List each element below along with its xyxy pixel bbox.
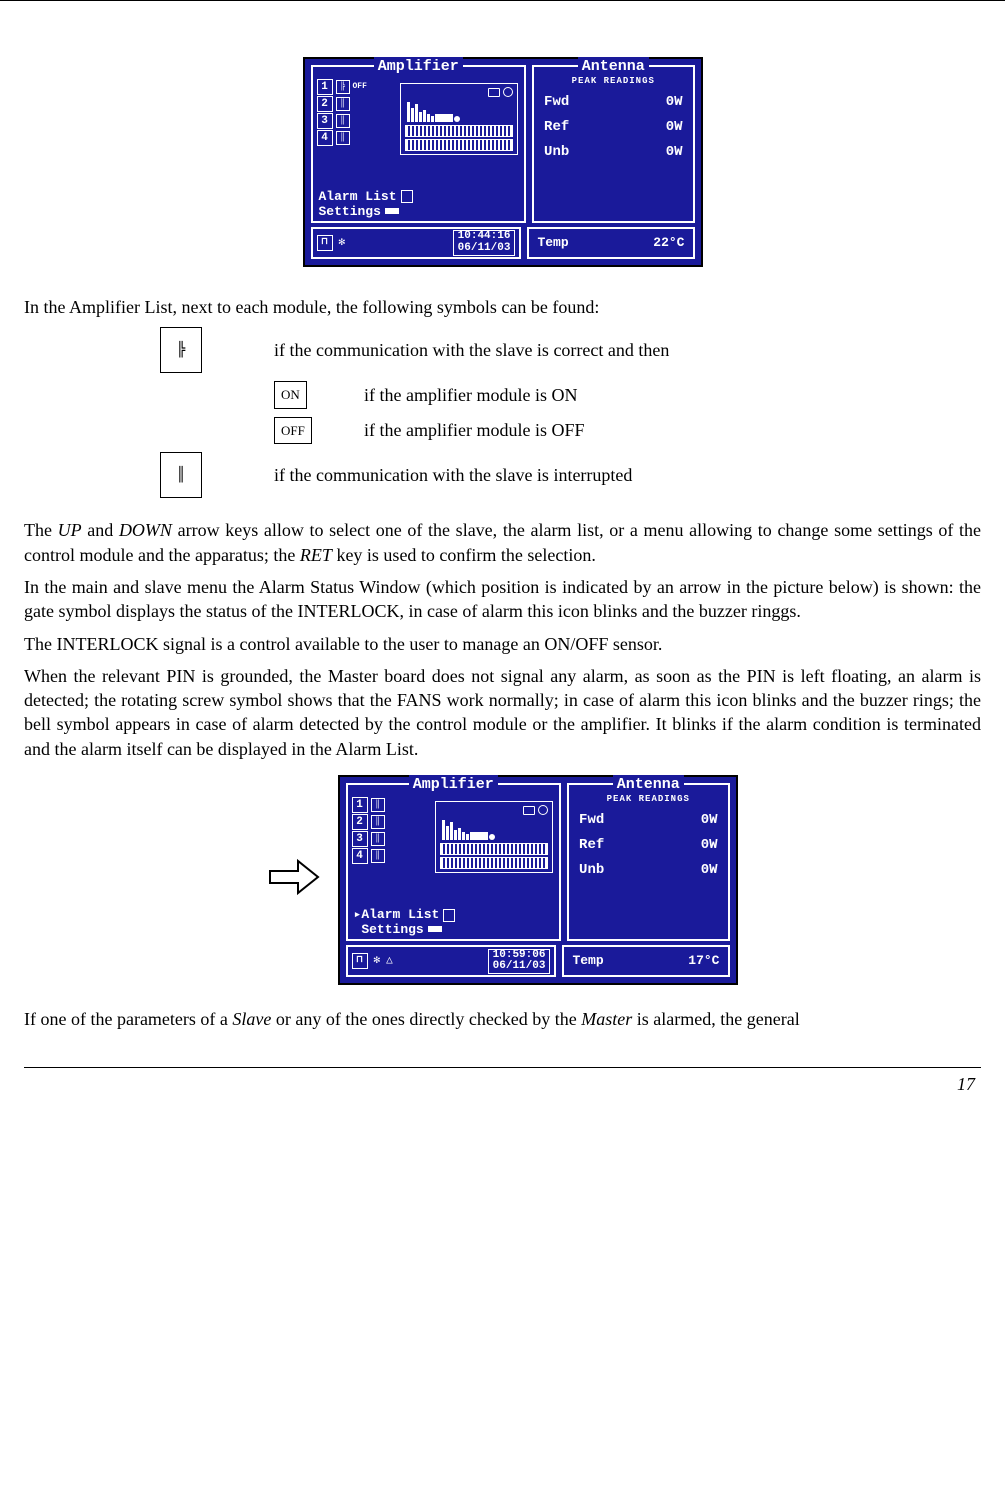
antenna-title: Antenna <box>578 57 649 77</box>
comm-int-icon: ║ <box>371 798 385 812</box>
plug-icon <box>385 208 399 214</box>
amp-slot-3: 3 <box>317 113 333 129</box>
paragraph-final: If one of the parameters of a Slave or a… <box>24 1007 981 1031</box>
comm-ok-symbol: ╠ <box>160 327 202 373</box>
antenna-title: Antenna <box>613 775 684 795</box>
comm-int-icon: ║ <box>371 832 385 846</box>
fwd-value: 0W <box>701 811 718 830</box>
date-value: 06/11/03 <box>493 961 546 973</box>
module-diagram-icon <box>435 801 553 873</box>
page-number: 17 <box>24 1067 981 1096</box>
paragraph-updown: The UP and DOWN arrow keys allow to sele… <box>24 518 981 567</box>
list-icon <box>443 909 455 922</box>
list-icon <box>401 190 413 203</box>
datetime-box: 10:59:06 06/11/03 <box>488 949 551 974</box>
on-box: ON <box>274 381 307 409</box>
amplifier-title: Amplifier <box>409 775 498 795</box>
comm-ok-icon: ╠ <box>336 80 350 94</box>
settings-menu: Settings <box>319 204 381 219</box>
temp-value: 22°C <box>653 234 684 252</box>
comm-int-icon: ║ <box>371 849 385 863</box>
amp-off-label: OFF <box>353 82 367 93</box>
paragraph-alarm-status: In the main and slave menu the Alarm Sta… <box>24 575 981 624</box>
symbol-legend: ╠ if the communication with the slave is… <box>144 327 981 498</box>
unb-value: 0W <box>701 861 718 880</box>
temp-label: Temp <box>572 952 603 970</box>
on-desc: if the amplifier module is ON <box>364 383 981 407</box>
amp-slot-3: 3 <box>352 831 368 847</box>
fan-icon: ✻ <box>374 954 381 969</box>
amp-slot-1: 1 <box>352 797 368 813</box>
amp-slot-4: 4 <box>317 130 333 146</box>
lcd-screenshot-2: Amplifier 1║ 2║ 3║ 4║ <box>338 775 738 985</box>
fwd-value: 0W <box>666 93 683 112</box>
date-value: 06/11/03 <box>458 243 511 255</box>
amplifier-panel: Amplifier 1╠OFF 2║ 3║ 4║ <box>311 65 527 223</box>
ref-value: 0W <box>701 836 718 855</box>
comm-int-icon: ║ <box>371 815 385 829</box>
temp-box: Temp 22°C <box>527 227 694 259</box>
lcd-screenshot-1: Amplifier 1╠OFF 2║ 3║ 4║ <box>24 57 981 267</box>
amp-slot-2: 2 <box>352 814 368 830</box>
fwd-label: Fwd <box>544 93 569 112</box>
datetime-box: 10:44:16 06/11/03 <box>453 230 516 255</box>
comm-int-icon: ║ <box>336 131 350 145</box>
comm-int-icon: ║ <box>336 114 350 128</box>
ref-value: 0W <box>666 118 683 137</box>
alarm-status-window: ⊓ ✻ 10:44:16 06/11/03 <box>311 227 522 259</box>
ref-label: Ref <box>544 118 569 137</box>
off-desc: if the amplifier module is OFF <box>364 418 981 442</box>
paragraph-intro: In the Amplifier List, next to each modu… <box>24 295 981 319</box>
settings-menu: Settings <box>361 922 423 937</box>
comm-int-icon: ║ <box>336 97 350 111</box>
unb-label: Unb <box>544 143 569 162</box>
fan-icon: ✻ <box>339 236 346 251</box>
amplifier-title: Amplifier <box>374 57 463 77</box>
amplifier-panel: Amplifier 1║ 2║ 3║ 4║ <box>346 783 562 941</box>
alarm-status-window: ⊓ ✻ △ 10:59:06 06/11/03 <box>346 945 557 977</box>
bell-icon: △ <box>386 954 393 969</box>
fwd-label: Fwd <box>579 811 604 830</box>
plug-icon <box>428 926 442 932</box>
module-diagram-icon <box>400 83 518 155</box>
unb-label: Unb <box>579 861 604 880</box>
temp-box: Temp 17°C <box>562 945 729 977</box>
unb-value: 0W <box>666 143 683 162</box>
alarm-list-menu: Alarm List <box>319 189 397 204</box>
alarm-list-menu: Alarm List <box>361 907 439 922</box>
antenna-panel: Antenna PEAK READINGS Fwd0W Ref0W Unb0W <box>567 783 729 941</box>
comm-int-desc: if the communication with the slave is i… <box>274 463 981 487</box>
off-box: OFF <box>274 417 312 445</box>
comm-ok-desc: if the communication with the slave is c… <box>274 338 981 362</box>
temp-value: 17°C <box>688 952 719 970</box>
amp-slot-4: 4 <box>352 848 368 864</box>
comm-int-symbol: ║ <box>160 452 202 498</box>
temp-label: Temp <box>537 234 568 252</box>
interlock-icon: ⊓ <box>317 235 333 251</box>
interlock-icon: ⊓ <box>352 953 368 969</box>
ref-label: Ref <box>579 836 604 855</box>
amp-slot-2: 2 <box>317 96 333 112</box>
arrow-right-icon <box>268 857 320 903</box>
antenna-panel: Antenna PEAK READINGS Fwd0W Ref0W Unb0W <box>532 65 694 223</box>
paragraph-pin: When the relevant PIN is grounded, the M… <box>24 664 981 761</box>
amp-slot-1: 1 <box>317 79 333 95</box>
paragraph-interlock: The INTERLOCK signal is a control availa… <box>24 632 981 656</box>
